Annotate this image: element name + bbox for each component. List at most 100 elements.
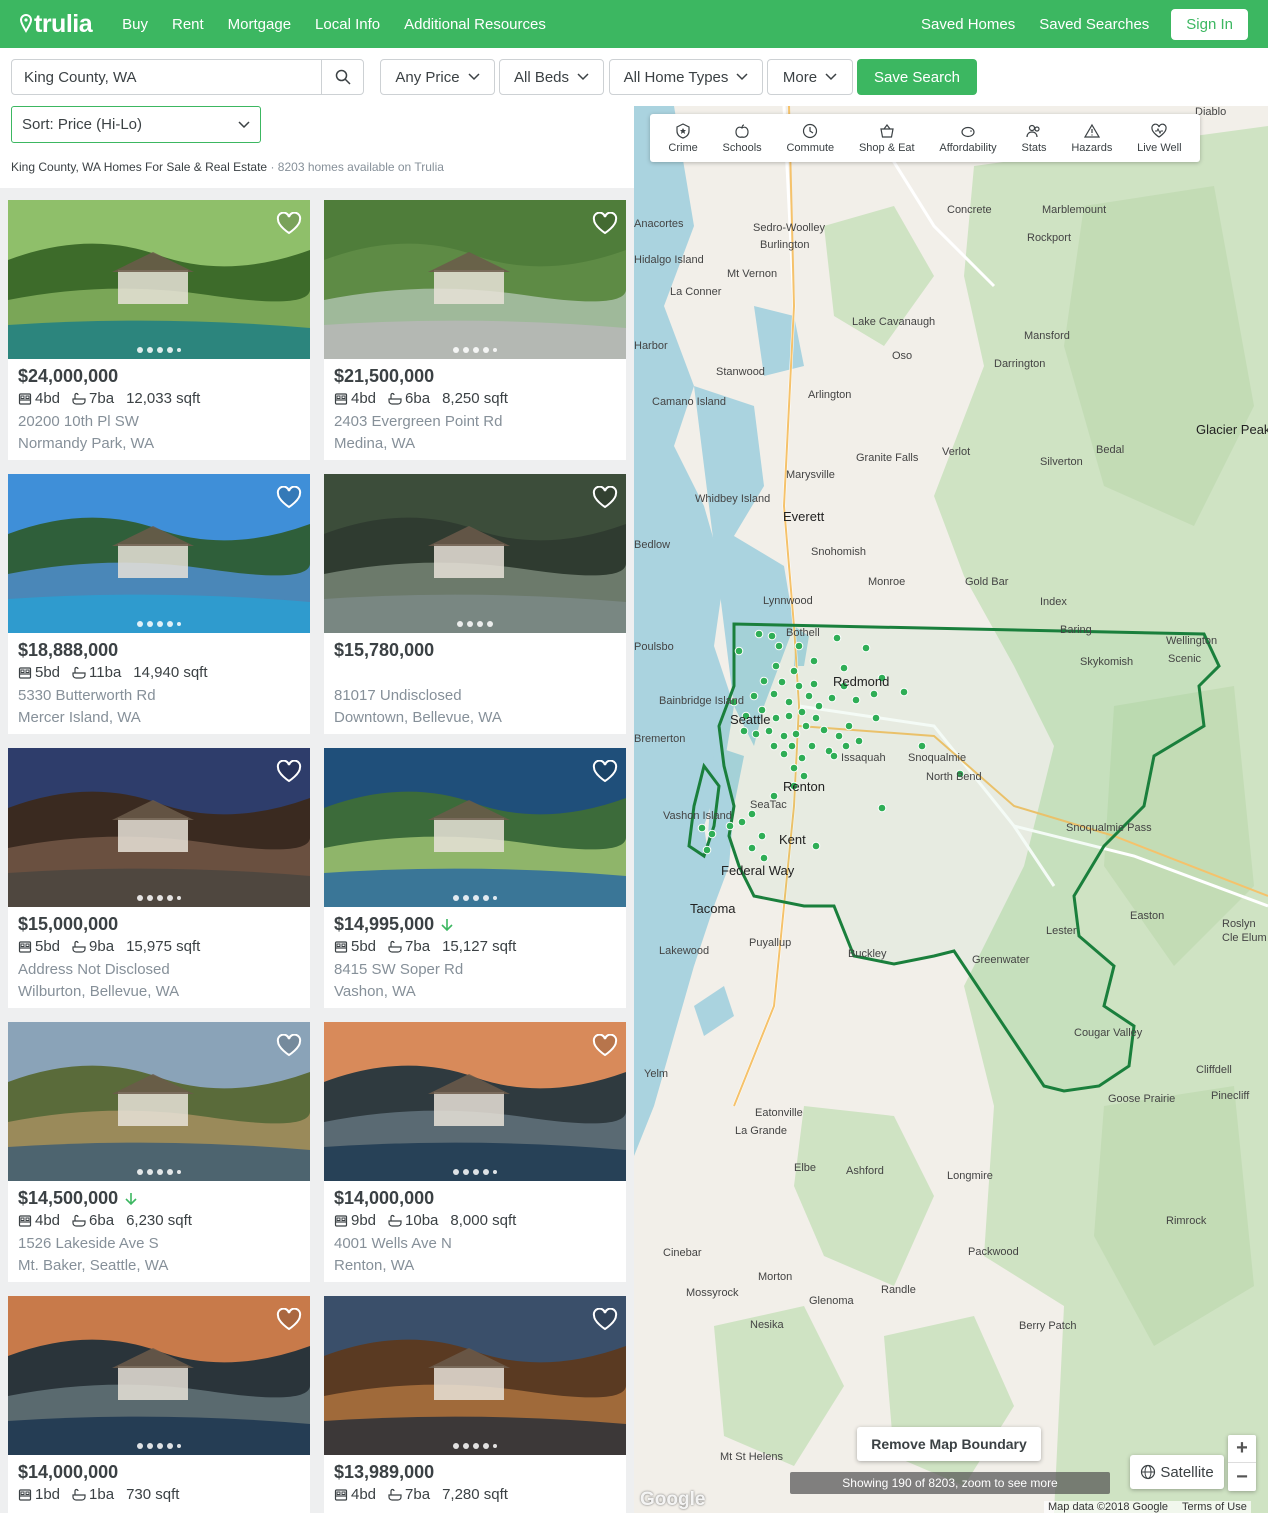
nav-local-info[interactable]: Local Info <box>315 16 380 33</box>
listing-marker[interactable] <box>807 741 817 751</box>
listing-marker[interactable] <box>832 633 842 643</box>
photo-carousel-dots[interactable] <box>457 621 493 627</box>
nav-buy[interactable]: Buy <box>122 16 148 33</box>
listing-marker[interactable] <box>787 741 797 751</box>
search-input[interactable] <box>12 60 321 94</box>
sign-in-button[interactable]: Sign In <box>1171 8 1248 40</box>
layer-crime[interactable]: Crime <box>668 122 698 154</box>
listing-marker[interactable] <box>734 646 744 656</box>
listing-marker[interactable] <box>827 693 837 703</box>
layer-shop-eat[interactable]: Shop & Eat <box>859 123 915 154</box>
favorite-heart-icon[interactable] <box>276 212 302 236</box>
photo-carousel-dots[interactable] <box>137 621 181 627</box>
listing-photo[interactable] <box>324 748 626 907</box>
listing-card[interactable]: $14,000,000 9bd 10ba 8,000 sqft 4001 Wells A… <box>324 1022 626 1282</box>
listing-marker[interactable] <box>841 741 851 751</box>
photo-carousel-dots[interactable] <box>453 347 497 353</box>
listing-card[interactable]: $15,000,000 5bd 9ba 15,975 sqft Address Not … <box>8 748 310 1008</box>
listing-marker[interactable] <box>801 721 811 731</box>
listing-marker[interactable] <box>811 841 821 851</box>
saved-homes-link[interactable]: Saved Homes <box>921 16 1015 33</box>
listing-marker[interactable] <box>899 687 909 697</box>
listing-marker[interactable] <box>784 697 794 707</box>
listing-marker[interactable] <box>917 741 927 751</box>
listing-marker[interactable] <box>749 691 759 701</box>
listing-address[interactable]: 1526 Lakeside Ave S <box>18 1235 159 1252</box>
photo-carousel-dots[interactable] <box>453 895 497 901</box>
listing-address[interactable]: 8415 SW Soper Rd <box>334 961 463 978</box>
sort-dropdown[interactable]: Sort: Price (Hi-Lo) <box>11 106 261 143</box>
listing-marker[interactable] <box>754 629 764 639</box>
photo-carousel-dots[interactable] <box>137 1443 181 1449</box>
listing-card[interactable]: $14,995,000 5bd 7ba 15,127 sqft 8415 SW Sope… <box>324 748 626 1008</box>
listing-marker[interactable] <box>794 641 804 651</box>
listing-card[interactable]: $15,780,000 81017 Undisclosed Downtown, Be… <box>324 474 626 734</box>
listing-marker[interactable] <box>774 641 784 651</box>
listing-marker[interactable] <box>747 843 757 853</box>
search-button[interactable] <box>321 60 363 94</box>
listing-marker[interactable] <box>784 711 794 721</box>
home-types-filter[interactable]: All Home Types <box>609 59 763 95</box>
listing-marker[interactable] <box>809 679 819 689</box>
listing-marker[interactable] <box>789 666 799 676</box>
listing-card[interactable]: $18,888,000 5bd 11ba 14,940 sqft 5330 Butter… <box>8 474 310 734</box>
photo-carousel-dots[interactable] <box>137 347 181 353</box>
listing-marker[interactable] <box>789 763 799 773</box>
listing-photo[interactable] <box>8 474 310 633</box>
nav-rent[interactable]: Rent <box>172 16 204 33</box>
listing-marker[interactable] <box>737 817 747 827</box>
listing-photo[interactable] <box>324 1296 626 1455</box>
photo-carousel-dots[interactable] <box>453 1443 497 1449</box>
listing-marker[interactable] <box>791 729 801 739</box>
listing-marker[interactable] <box>809 656 819 666</box>
listing-marker[interactable] <box>861 643 871 653</box>
favorite-heart-icon[interactable] <box>276 486 302 510</box>
listing-card[interactable]: $21,500,000 4bd 6ba 8,250 sqft 2403 Evergree… <box>324 200 626 460</box>
listing-photo[interactable] <box>324 200 626 359</box>
listing-marker[interactable] <box>769 689 779 699</box>
listing-marker[interactable] <box>871 713 881 723</box>
listing-marker[interactable] <box>757 831 767 841</box>
listing-photo[interactable] <box>324 1022 626 1181</box>
listing-marker[interactable] <box>819 725 829 735</box>
listing-marker[interactable] <box>759 676 769 686</box>
listing-marker[interactable] <box>839 663 849 673</box>
more-filter[interactable]: More <box>767 59 853 95</box>
satellite-toggle-button[interactable]: Satellite <box>1130 1455 1224 1489</box>
listing-marker[interactable] <box>777 677 787 687</box>
favorite-heart-icon[interactable] <box>276 1034 302 1058</box>
favorite-heart-icon[interactable] <box>276 1308 302 1332</box>
listing-address[interactable]: 2403 Evergreen Point Rd <box>334 413 502 430</box>
trulia-logo[interactable]: trulia <box>20 10 93 39</box>
photo-carousel-dots[interactable] <box>137 895 181 901</box>
saved-searches-link[interactable]: Saved Searches <box>1039 16 1149 33</box>
favorite-heart-icon[interactable] <box>592 1308 618 1332</box>
listing-marker[interactable] <box>747 809 757 819</box>
photo-carousel-dots[interactable] <box>137 1169 181 1175</box>
photo-carousel-dots[interactable] <box>453 1169 497 1175</box>
favorite-heart-icon[interactable] <box>592 486 618 510</box>
listing-marker[interactable] <box>739 726 749 736</box>
listing-marker[interactable] <box>797 753 807 763</box>
listing-address[interactable]: 5330 Butterworth Rd <box>18 687 156 704</box>
listing-marker[interactable] <box>814 701 824 711</box>
listing-photo[interactable] <box>8 1296 310 1455</box>
listing-marker[interactable] <box>877 803 887 813</box>
listing-marker[interactable] <box>779 749 789 759</box>
listing-card[interactable]: $14,500,000 4bd 6ba 6,230 sqft 1526 Lakeside… <box>8 1022 310 1282</box>
layer-hazards[interactable]: Hazards <box>1071 123 1112 154</box>
listing-marker[interactable] <box>771 661 781 671</box>
favorite-heart-icon[interactable] <box>592 1034 618 1058</box>
listing-card[interactable]: $24,000,000 4bd 7ba 12,033 sqft 20200 10th P… <box>8 200 310 460</box>
listing-marker[interactable] <box>771 713 781 723</box>
listing-marker[interactable] <box>834 731 844 741</box>
listing-address[interactable]: 81017 Undisclosed <box>334 687 462 704</box>
listing-marker[interactable] <box>779 731 789 741</box>
price-filter[interactable]: Any Price <box>380 59 495 95</box>
listing-marker[interactable] <box>764 726 774 736</box>
favorite-heart-icon[interactable] <box>592 760 618 784</box>
beds-filter[interactable]: All Beds <box>499 59 604 95</box>
listing-marker[interactable] <box>725 821 735 831</box>
listing-marker[interactable] <box>697 823 707 833</box>
remove-map-boundary-button[interactable]: Remove Map Boundary <box>857 1427 1041 1461</box>
